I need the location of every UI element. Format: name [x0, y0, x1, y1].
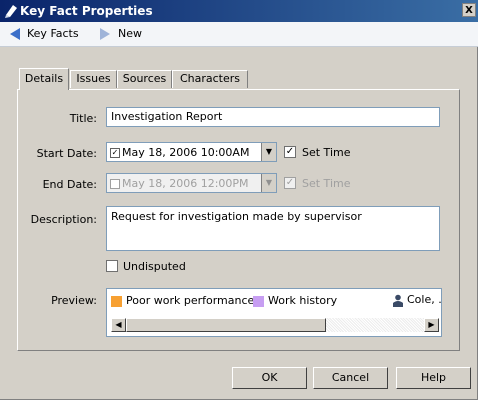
tab-details[interactable]: Details: [19, 68, 69, 90]
end-date-picker: May 18, 2006 12:00PM ▼: [106, 173, 277, 193]
preview-item-label: Poor work performance: [126, 294, 255, 307]
ok-button[interactable]: OK: [232, 367, 307, 389]
close-button[interactable]: X: [462, 3, 476, 17]
preview-item-character: Cole, .: [392, 293, 442, 307]
title-bar[interactable]: Key Fact Properties X: [0, 0, 478, 22]
end-set-time-checkbox: ✓: [284, 177, 296, 189]
end-date-checkbox: [110, 179, 120, 189]
preview-item-issue: Work history: [253, 294, 337, 307]
start-date-label: Start Date:: [36, 147, 97, 160]
start-date-value: May 18, 2006 10:00AM: [122, 146, 250, 159]
navigation-bar: Key Facts New: [0, 22, 478, 47]
cancel-button[interactable]: Cancel: [313, 367, 388, 389]
dropdown-arrow-icon[interactable]: ▼: [261, 143, 276, 161]
scrollbar-thumb[interactable]: [126, 318, 326, 332]
start-date-picker[interactable]: ✓ May 18, 2006 10:00AM ▼: [106, 142, 277, 162]
nav-current-page: New: [118, 27, 142, 40]
end-set-time-label: Set Time: [302, 177, 351, 190]
horizontal-scrollbar[interactable]: ◀ ▶: [111, 318, 439, 332]
issue-color-swatch: [111, 295, 122, 307]
description-label: Description:: [30, 213, 97, 226]
title-label: Title:: [69, 112, 97, 125]
end-date-value: May 18, 2006 12:00PM: [122, 177, 249, 190]
tab-issues[interactable]: Issues: [70, 70, 117, 88]
back-arrow-icon[interactable]: [10, 28, 20, 40]
window-title: Key Fact Properties: [20, 4, 153, 18]
start-date-checkbox[interactable]: ✓: [110, 148, 120, 158]
preview-item-label: Cole, .: [407, 293, 442, 306]
start-set-time-label: Set Time: [302, 146, 351, 159]
end-date-label: End Date:: [42, 178, 97, 191]
person-icon: [393, 294, 403, 307]
description-textarea[interactable]: Request for investigation made by superv…: [106, 206, 440, 251]
undisputed-label: Undisputed: [123, 260, 186, 273]
issue-color-swatch: [253, 295, 264, 307]
preview-box: Poor work performance Work history Cole,…: [106, 288, 442, 337]
scroll-right-icon[interactable]: ▶: [424, 318, 439, 332]
preview-label: Preview:: [51, 294, 97, 307]
nav-back-link[interactable]: Key Facts: [27, 27, 79, 40]
scroll-left-icon[interactable]: ◀: [111, 318, 126, 332]
title-input[interactable]: Investigation Report: [106, 107, 440, 127]
help-button[interactable]: Help: [396, 367, 471, 389]
forward-arrow-icon: [100, 28, 110, 40]
preview-item-issue: Poor work performance: [111, 294, 254, 307]
tab-characters[interactable]: Characters: [172, 70, 248, 88]
undisputed-checkbox[interactable]: [106, 260, 118, 272]
preview-item-label: Work history: [268, 294, 338, 307]
dialog-window: Key Fact Properties X Key Facts New Deta…: [0, 0, 478, 400]
dropdown-arrow-icon: ▼: [261, 174, 276, 192]
tab-sources[interactable]: Sources: [117, 70, 172, 88]
start-set-time-checkbox[interactable]: ✓: [284, 146, 296, 158]
title-app-icon: [5, 5, 17, 18]
